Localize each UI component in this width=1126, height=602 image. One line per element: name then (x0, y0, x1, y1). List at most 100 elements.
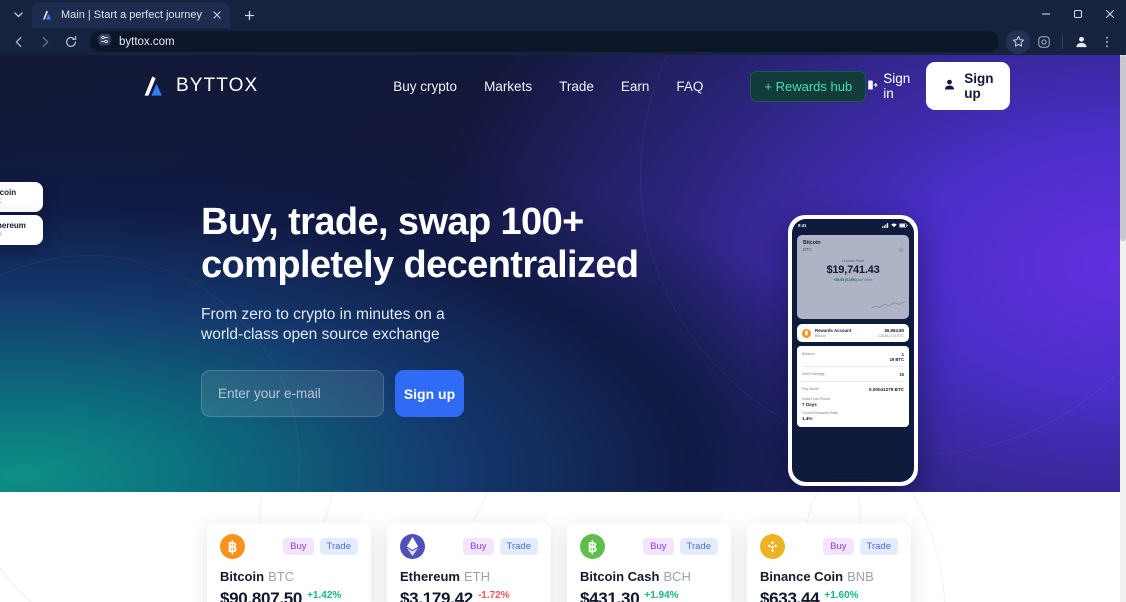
phone-detail-value-sub: 19 BTC (889, 356, 904, 362)
floating-chip-ethereum[interactable]: Ethereum ETH (0, 215, 43, 245)
extensions-button[interactable] (1032, 30, 1056, 54)
page-scrollbar[interactable] (1120, 55, 1126, 602)
phone-current-price: $19,741.43 (826, 264, 880, 276)
floating-chip-name: Ethereum (0, 221, 26, 230)
buy-button[interactable]: Buy (643, 538, 674, 555)
phone-status-bar: 9:41 (792, 219, 914, 231)
floating-chip-bitcoin[interactable]: ฿ Bitcoin BTC (0, 182, 43, 212)
phone-rewards-subvalue: 0.35381734 BTC (877, 334, 904, 338)
price-card-bitcoin[interactable]: ฿ Buy Trade Bitcoin BTC $90,807.50 +1.42% (207, 523, 371, 602)
browser-menu-button[interactable] (1095, 30, 1119, 54)
email-field[interactable] (201, 370, 384, 418)
phone-rewards-title: Rewards Account (815, 328, 852, 333)
maximize-button[interactable] (1062, 0, 1094, 28)
trade-button[interactable]: Trade (679, 538, 718, 555)
toolbar-right-actions (1006, 29, 1119, 54)
card-coin-name: Binance Coin BNB (760, 569, 898, 584)
byttox-logo-icon (143, 74, 167, 98)
phone-detail-value: 1 19 BTC (890, 352, 904, 362)
buy-button[interactable]: Buy (463, 538, 494, 555)
price-card-binance-coin[interactable]: Buy Trade Binance Coin BNB $633.44 +1.60% (747, 523, 911, 602)
buy-button[interactable]: Buy (283, 538, 314, 555)
coin-price: $431.30 (580, 589, 640, 602)
profile-button[interactable] (1069, 30, 1093, 54)
browser-tab[interactable]: Main | Start a perfect journey (32, 2, 231, 28)
reload-button[interactable] (59, 30, 83, 54)
card-price-row: $633.44 +1.60% (760, 589, 898, 602)
phone-change-amount: +36.55 (0.19%) (833, 278, 857, 282)
nav-link-markets[interactable]: Markets (484, 79, 532, 94)
phone-rewards-rate-value: 1.4% (802, 416, 813, 421)
phone-rewards-row[interactable]: ฿ Rewards Account Bitcoin $6,984.80 0.35… (797, 324, 909, 342)
nav-link-trade[interactable]: Trade (559, 79, 594, 94)
trade-button[interactable]: Trade (499, 538, 538, 555)
phone-detail-value: 0.00041279 BTC (869, 386, 904, 392)
phone-mockup: 9:41 Bitcoin BTC Current Price $19,741.4… (788, 215, 918, 486)
sign-up-label: Sign up (964, 71, 994, 101)
tune-settings-icon[interactable] (98, 33, 111, 51)
hero-sign-up-button[interactable]: Sign up (395, 370, 464, 418)
coin-name: Bitcoin (220, 569, 265, 584)
bitcoin-icon: ฿ (802, 328, 811, 338)
phone-current-price-label: Current Price (841, 259, 865, 263)
tab-title: Main | Start a perfect journey (61, 9, 203, 21)
nav-link-faq[interactable]: FAQ (676, 79, 703, 94)
card-actions: Buy Trade (643, 538, 718, 555)
phone-details-list: Balance 1 19 BTC Next Earnings 15 Pay Mo… (797, 346, 909, 427)
price-card-bitcoin-cash[interactable]: ฿ Buy Trade Bitcoin Cash BCH $431.30 +1.9… (567, 523, 731, 602)
avatar-icon (1075, 36, 1087, 48)
floating-chip-ticker: ETH (0, 231, 26, 239)
phone-screen: 9:41 Bitcoin BTC Current Price $19,741.4… (792, 219, 914, 482)
phone-detail-row: Next Earnings 15 (802, 369, 904, 379)
hero-heading-line2: completely decentralized (201, 243, 639, 286)
card-actions: Buy Trade (823, 538, 898, 555)
buy-button[interactable]: Buy (823, 538, 854, 555)
brand-logo[interactable]: BYTTOX (143, 74, 258, 98)
card-header: Buy Trade (400, 534, 538, 559)
phone-price-card: Bitcoin BTC Current Price $19,741.43 +36… (797, 235, 909, 319)
nav-link-buy-crypto[interactable]: Buy crypto (393, 79, 457, 94)
ethereum-icon (400, 534, 425, 559)
signal-bars-icon (882, 222, 889, 228)
sparkline-icon (870, 297, 906, 315)
forward-button[interactable] (33, 30, 57, 54)
trade-button[interactable]: Trade (319, 538, 358, 555)
battery-icon (899, 222, 908, 228)
phone-rewards-rate-label: Current Rewards Rate (802, 411, 838, 415)
nav-link-earn[interactable]: Earn (621, 79, 650, 94)
card-header: Buy Trade (760, 534, 898, 559)
close-button[interactable] (1094, 0, 1126, 28)
card-actions: Buy Trade (463, 538, 538, 555)
hero-sub-line1: From zero to crypto in minutes on a (201, 306, 445, 324)
trade-button[interactable]: Trade (859, 538, 898, 555)
phone-detail-label: Next Earnings (802, 371, 825, 376)
phone-home-indicator (832, 474, 874, 477)
browser-toolbar: byttox.com (0, 28, 1126, 55)
phone-rewards-values: $6,984.80 0.35381734 BTC (878, 328, 904, 338)
scrollbar-thumb[interactable] (1120, 55, 1126, 241)
bitcoin-cash-icon: ฿ (580, 534, 605, 559)
phone-change-period: last 24hrs (857, 278, 873, 282)
rewards-hub-button[interactable]: + Rewards hub (750, 70, 867, 102)
floating-chip-ticker: BTC (0, 198, 16, 206)
window-controls (1030, 0, 1126, 28)
phone-detail-row: Pay Month 0.00041279 BTC (802, 384, 904, 394)
phone-rewards-rate: Current Rewards Rate 1.4% (802, 408, 904, 422)
close-icon[interactable] (209, 8, 224, 23)
gear-icon[interactable] (898, 240, 904, 258)
price-card-ethereum[interactable]: Buy Trade Ethereum ETH $3,179.42 -1.72% (387, 523, 551, 602)
reload-icon (65, 35, 77, 47)
tab-search-button[interactable] (6, 2, 30, 26)
new-tab-button[interactable] (236, 2, 262, 28)
address-bar[interactable]: byttox.com (90, 31, 999, 52)
minimize-button[interactable] (1030, 0, 1062, 28)
coin-ticker: BCH (663, 569, 691, 584)
coin-change: +1.94% (644, 590, 679, 601)
hero-section: BYTTOX Buy crypto Markets Trade Earn FAQ… (0, 55, 1120, 492)
card-price-row: $431.30 +1.94% (580, 589, 718, 602)
sign-up-button[interactable]: Sign up (926, 62, 1011, 110)
phone-rewards-value: $6,984.80 (884, 328, 904, 333)
back-button[interactable] (7, 30, 31, 54)
bookmark-button[interactable] (1006, 29, 1030, 54)
sign-in-button[interactable]: Sign in (866, 71, 910, 101)
